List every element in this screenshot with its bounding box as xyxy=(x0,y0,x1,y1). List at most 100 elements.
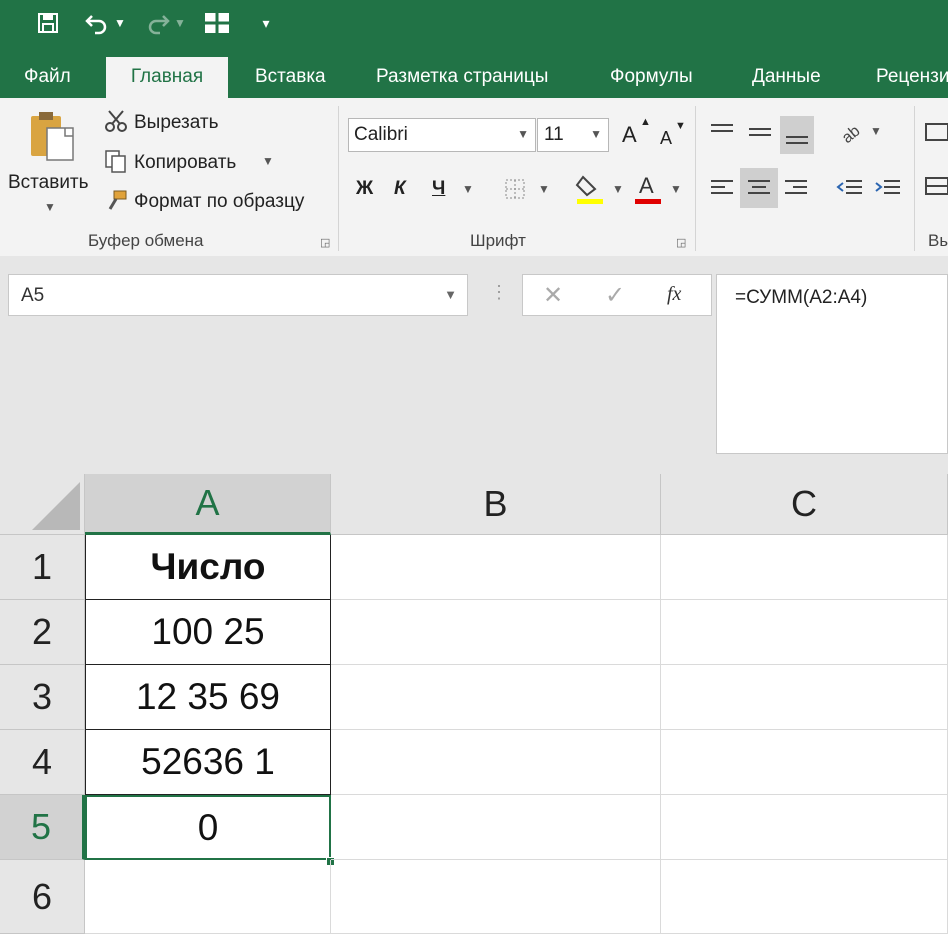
save-icon[interactable] xyxy=(33,8,63,38)
cell-b1[interactable] xyxy=(331,535,661,600)
svg-text:ab: ab xyxy=(839,122,863,144)
redo-icon xyxy=(143,8,173,38)
cell-b3[interactable] xyxy=(331,665,661,730)
underline-dropdown-icon[interactable]: ▼ xyxy=(462,182,474,196)
formula-buttons: ✕ ✓ fx xyxy=(522,274,712,316)
align-bottom-icon[interactable] xyxy=(780,116,814,154)
tab-page-layout[interactable]: Разметка страницы xyxy=(376,57,548,98)
merge-center-icon[interactable] xyxy=(924,172,948,200)
font-size-select[interactable]: 11 ▼ xyxy=(537,118,609,152)
row-header-2[interactable]: 2 xyxy=(0,600,85,665)
orientation-icon[interactable]: ab xyxy=(834,116,866,148)
decrease-font-size-icon[interactable]: A xyxy=(660,128,672,149)
formula-input[interactable]: =СУММ(A2:A4) xyxy=(716,274,948,454)
row-header-1[interactable]: 1 xyxy=(0,535,85,600)
column-header-b[interactable]: B xyxy=(331,474,661,535)
select-all-button[interactable] xyxy=(0,474,85,535)
borders-dropdown-icon[interactable]: ▼ xyxy=(538,182,550,196)
font-name-select[interactable]: Calibri ▼ xyxy=(348,118,536,152)
cell-b6[interactable] xyxy=(331,860,661,934)
cell-c5[interactable] xyxy=(661,795,948,860)
bold-button[interactable]: Ж xyxy=(356,178,373,200)
insert-function-button[interactable]: fx xyxy=(667,283,681,306)
cell-c2[interactable] xyxy=(661,600,948,665)
paste-dropdown-icon[interactable]: ▼ xyxy=(44,200,56,214)
chevron-down-icon[interactable]: ▼ xyxy=(444,287,457,302)
enter-icon[interactable]: ✓ xyxy=(605,281,625,310)
name-box[interactable]: A5 ▼ xyxy=(8,274,468,316)
clipboard-group-label: Буфер обмена xyxy=(88,231,204,250)
cell-b2[interactable] xyxy=(331,600,661,665)
font-launcher-icon[interactable]: ◲ xyxy=(676,236,688,249)
quick-access-toolbar: ▼ ▼ ▾ xyxy=(0,0,948,57)
font-color-icon[interactable]: A xyxy=(632,172,664,206)
borders-icon[interactable] xyxy=(502,176,528,202)
copy-button[interactable]: Копировать xyxy=(134,152,236,174)
cell-b5[interactable] xyxy=(331,795,661,860)
decrease-indent-icon[interactable] xyxy=(834,172,866,204)
cell-a2[interactable]: 100 25 xyxy=(85,600,331,665)
row-header-5[interactable]: 5 xyxy=(0,795,85,860)
chevron-down-icon: ▼ xyxy=(590,127,602,141)
group-separator xyxy=(338,106,339,251)
font-color-dropdown-icon[interactable]: ▼ xyxy=(670,182,682,196)
tab-home[interactable]: Главная xyxy=(106,57,228,100)
cell-b4[interactable] xyxy=(331,730,661,795)
cell-a5-selected[interactable]: 0 xyxy=(85,795,331,860)
alignment-group-label: Вы xyxy=(928,231,948,250)
row-header-3[interactable]: 3 xyxy=(0,665,85,730)
fill-color-icon[interactable] xyxy=(574,172,606,206)
ribbon-tabs: Файл Главная Вставка Разметка страницы Ф… xyxy=(0,57,948,100)
tab-review[interactable]: Рецензи xyxy=(876,57,948,98)
paste-label[interactable]: Вставить xyxy=(8,172,89,194)
cell-a3[interactable]: 12 35 69 xyxy=(85,665,331,730)
cell-a1[interactable]: Число xyxy=(85,535,331,600)
chevron-down-icon: ▼ xyxy=(517,127,529,141)
row-header-4[interactable]: 4 xyxy=(0,730,85,795)
tab-insert[interactable]: Вставка xyxy=(255,57,326,98)
row-header-6[interactable]: 6 xyxy=(0,860,85,934)
format-painter-button[interactable]: Формат по образцу xyxy=(134,191,304,213)
scissors-icon[interactable] xyxy=(102,108,130,134)
increase-font-size-icon[interactable]: A xyxy=(622,122,637,148)
increase-indent-icon[interactable] xyxy=(872,172,904,204)
cell-c6[interactable] xyxy=(661,860,948,934)
align-right-icon[interactable] xyxy=(780,172,812,204)
paste-icon[interactable] xyxy=(24,110,80,166)
underline-button[interactable]: Ч xyxy=(432,178,445,200)
customize-toolbar-icon[interactable]: ▾ xyxy=(252,8,280,38)
font-group-label: Шрифт xyxy=(470,231,526,250)
ribbon: Вставить ▼ Вырезать Копировать ▼ Формат … xyxy=(0,98,948,257)
tab-formulas[interactable]: Формулы xyxy=(610,57,693,98)
cell-c3[interactable] xyxy=(661,665,948,730)
cell-c1[interactable] xyxy=(661,535,948,600)
column-header-a[interactable]: A xyxy=(85,474,331,535)
redo-dropdown-icon: ▼ xyxy=(174,16,186,30)
cancel-icon[interactable]: ✕ xyxy=(543,281,563,310)
tab-file[interactable]: Файл xyxy=(24,57,71,98)
form-icon[interactable] xyxy=(202,8,232,38)
clipboard-launcher-icon[interactable]: ◲ xyxy=(320,236,332,249)
orientation-dropdown-icon[interactable]: ▼ xyxy=(870,124,882,138)
cut-button[interactable]: Вырезать xyxy=(134,112,219,134)
format-painter-icon[interactable] xyxy=(102,188,130,214)
align-left-icon[interactable] xyxy=(706,172,738,204)
align-middle-icon[interactable] xyxy=(744,116,776,148)
cell-c4[interactable] xyxy=(661,730,948,795)
undo-icon[interactable] xyxy=(82,8,112,38)
copy-icon[interactable] xyxy=(102,148,130,174)
column-header-c[interactable]: C xyxy=(661,474,948,535)
cell-a4[interactable]: 52636 1 xyxy=(85,730,331,795)
italic-button[interactable]: К xyxy=(394,178,406,200)
tab-data[interactable]: Данные xyxy=(752,57,821,98)
align-center-icon[interactable] xyxy=(740,168,778,208)
fill-color-dropdown-icon[interactable]: ▼ xyxy=(612,182,624,196)
group-separator xyxy=(695,106,696,251)
undo-dropdown-icon[interactable]: ▼ xyxy=(112,8,128,38)
copy-dropdown-icon[interactable]: ▼ xyxy=(262,154,274,168)
formula-bar-splitter-icon[interactable]: ⋮ xyxy=(490,282,508,303)
increase-arrow-icon: ▲ xyxy=(640,116,651,128)
align-top-icon[interactable] xyxy=(706,116,738,148)
cell-a6[interactable] xyxy=(85,860,331,934)
wrap-text-icon[interactable] xyxy=(924,118,948,146)
